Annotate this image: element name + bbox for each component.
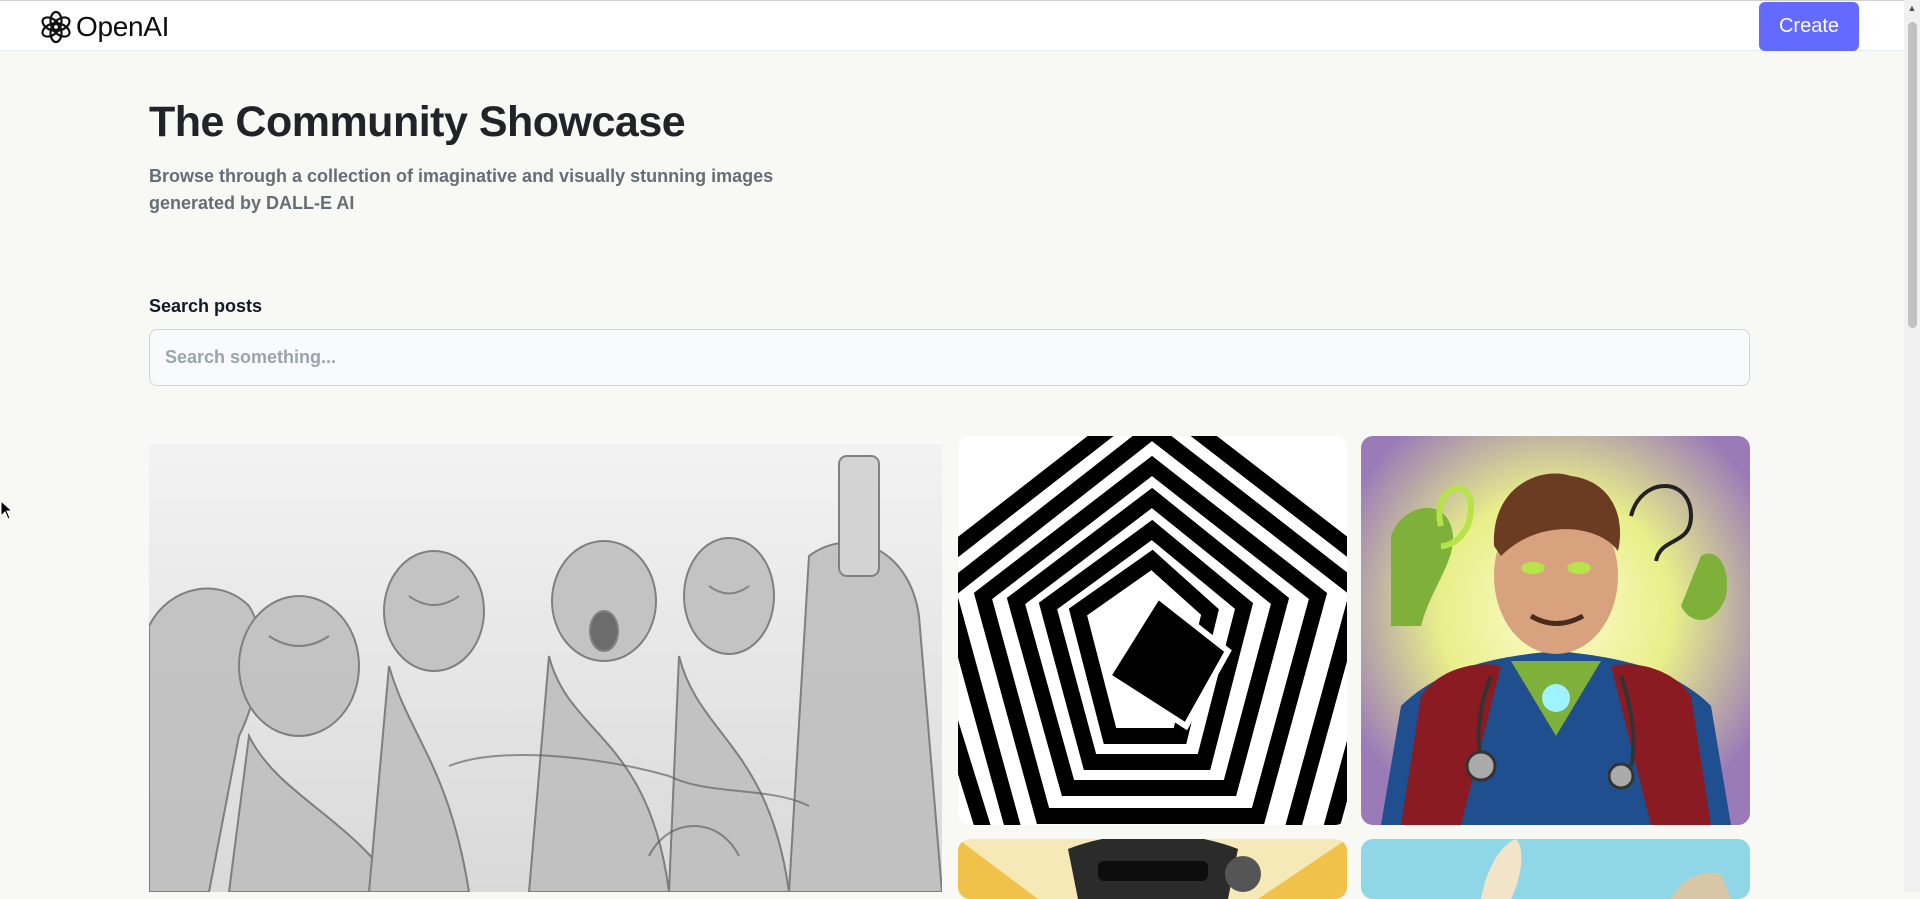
comic-sunglasses-image[interactable] bbox=[958, 839, 1347, 899]
superhero-doctor-art bbox=[1361, 436, 1750, 825]
pencil-sketch-supper-image[interactable] bbox=[149, 436, 942, 892]
green-superhero-doctor-image[interactable] bbox=[1361, 436, 1750, 825]
logo-text: OpenAI bbox=[76, 11, 170, 42]
comic-sunglasses-art bbox=[958, 839, 1347, 899]
scrollbar-thumb[interactable] bbox=[1908, 22, 1917, 328]
search-input[interactable] bbox=[149, 329, 1750, 386]
pencil-sketch-art bbox=[149, 436, 942, 892]
scroll-up-arrow-icon[interactable]: ▲ bbox=[1904, 0, 1920, 16]
page-subtitle: Browse through a collection of imaginati… bbox=[149, 166, 774, 213]
openai-logo-icon bbox=[41, 10, 71, 44]
openai-logo[interactable]: OpenAI bbox=[38, 9, 169, 45]
top-navbar: OpenAI Create bbox=[0, 0, 1904, 51]
cartoon-animal-ear-art bbox=[1361, 839, 1750, 899]
vertical-scrollbar[interactable]: ▲ bbox=[1904, 0, 1920, 892]
mouse-cursor-icon bbox=[0, 500, 12, 520]
cartoon-animal-ear-image[interactable] bbox=[1361, 839, 1750, 899]
op-art-stripes-image[interactable] bbox=[958, 436, 1347, 825]
op-art-stripes-art bbox=[958, 436, 1347, 825]
search-label: Search posts bbox=[149, 296, 263, 316]
create-button[interactable]: Create bbox=[1759, 2, 1859, 51]
page-title: The Community Showcase bbox=[149, 98, 686, 146]
